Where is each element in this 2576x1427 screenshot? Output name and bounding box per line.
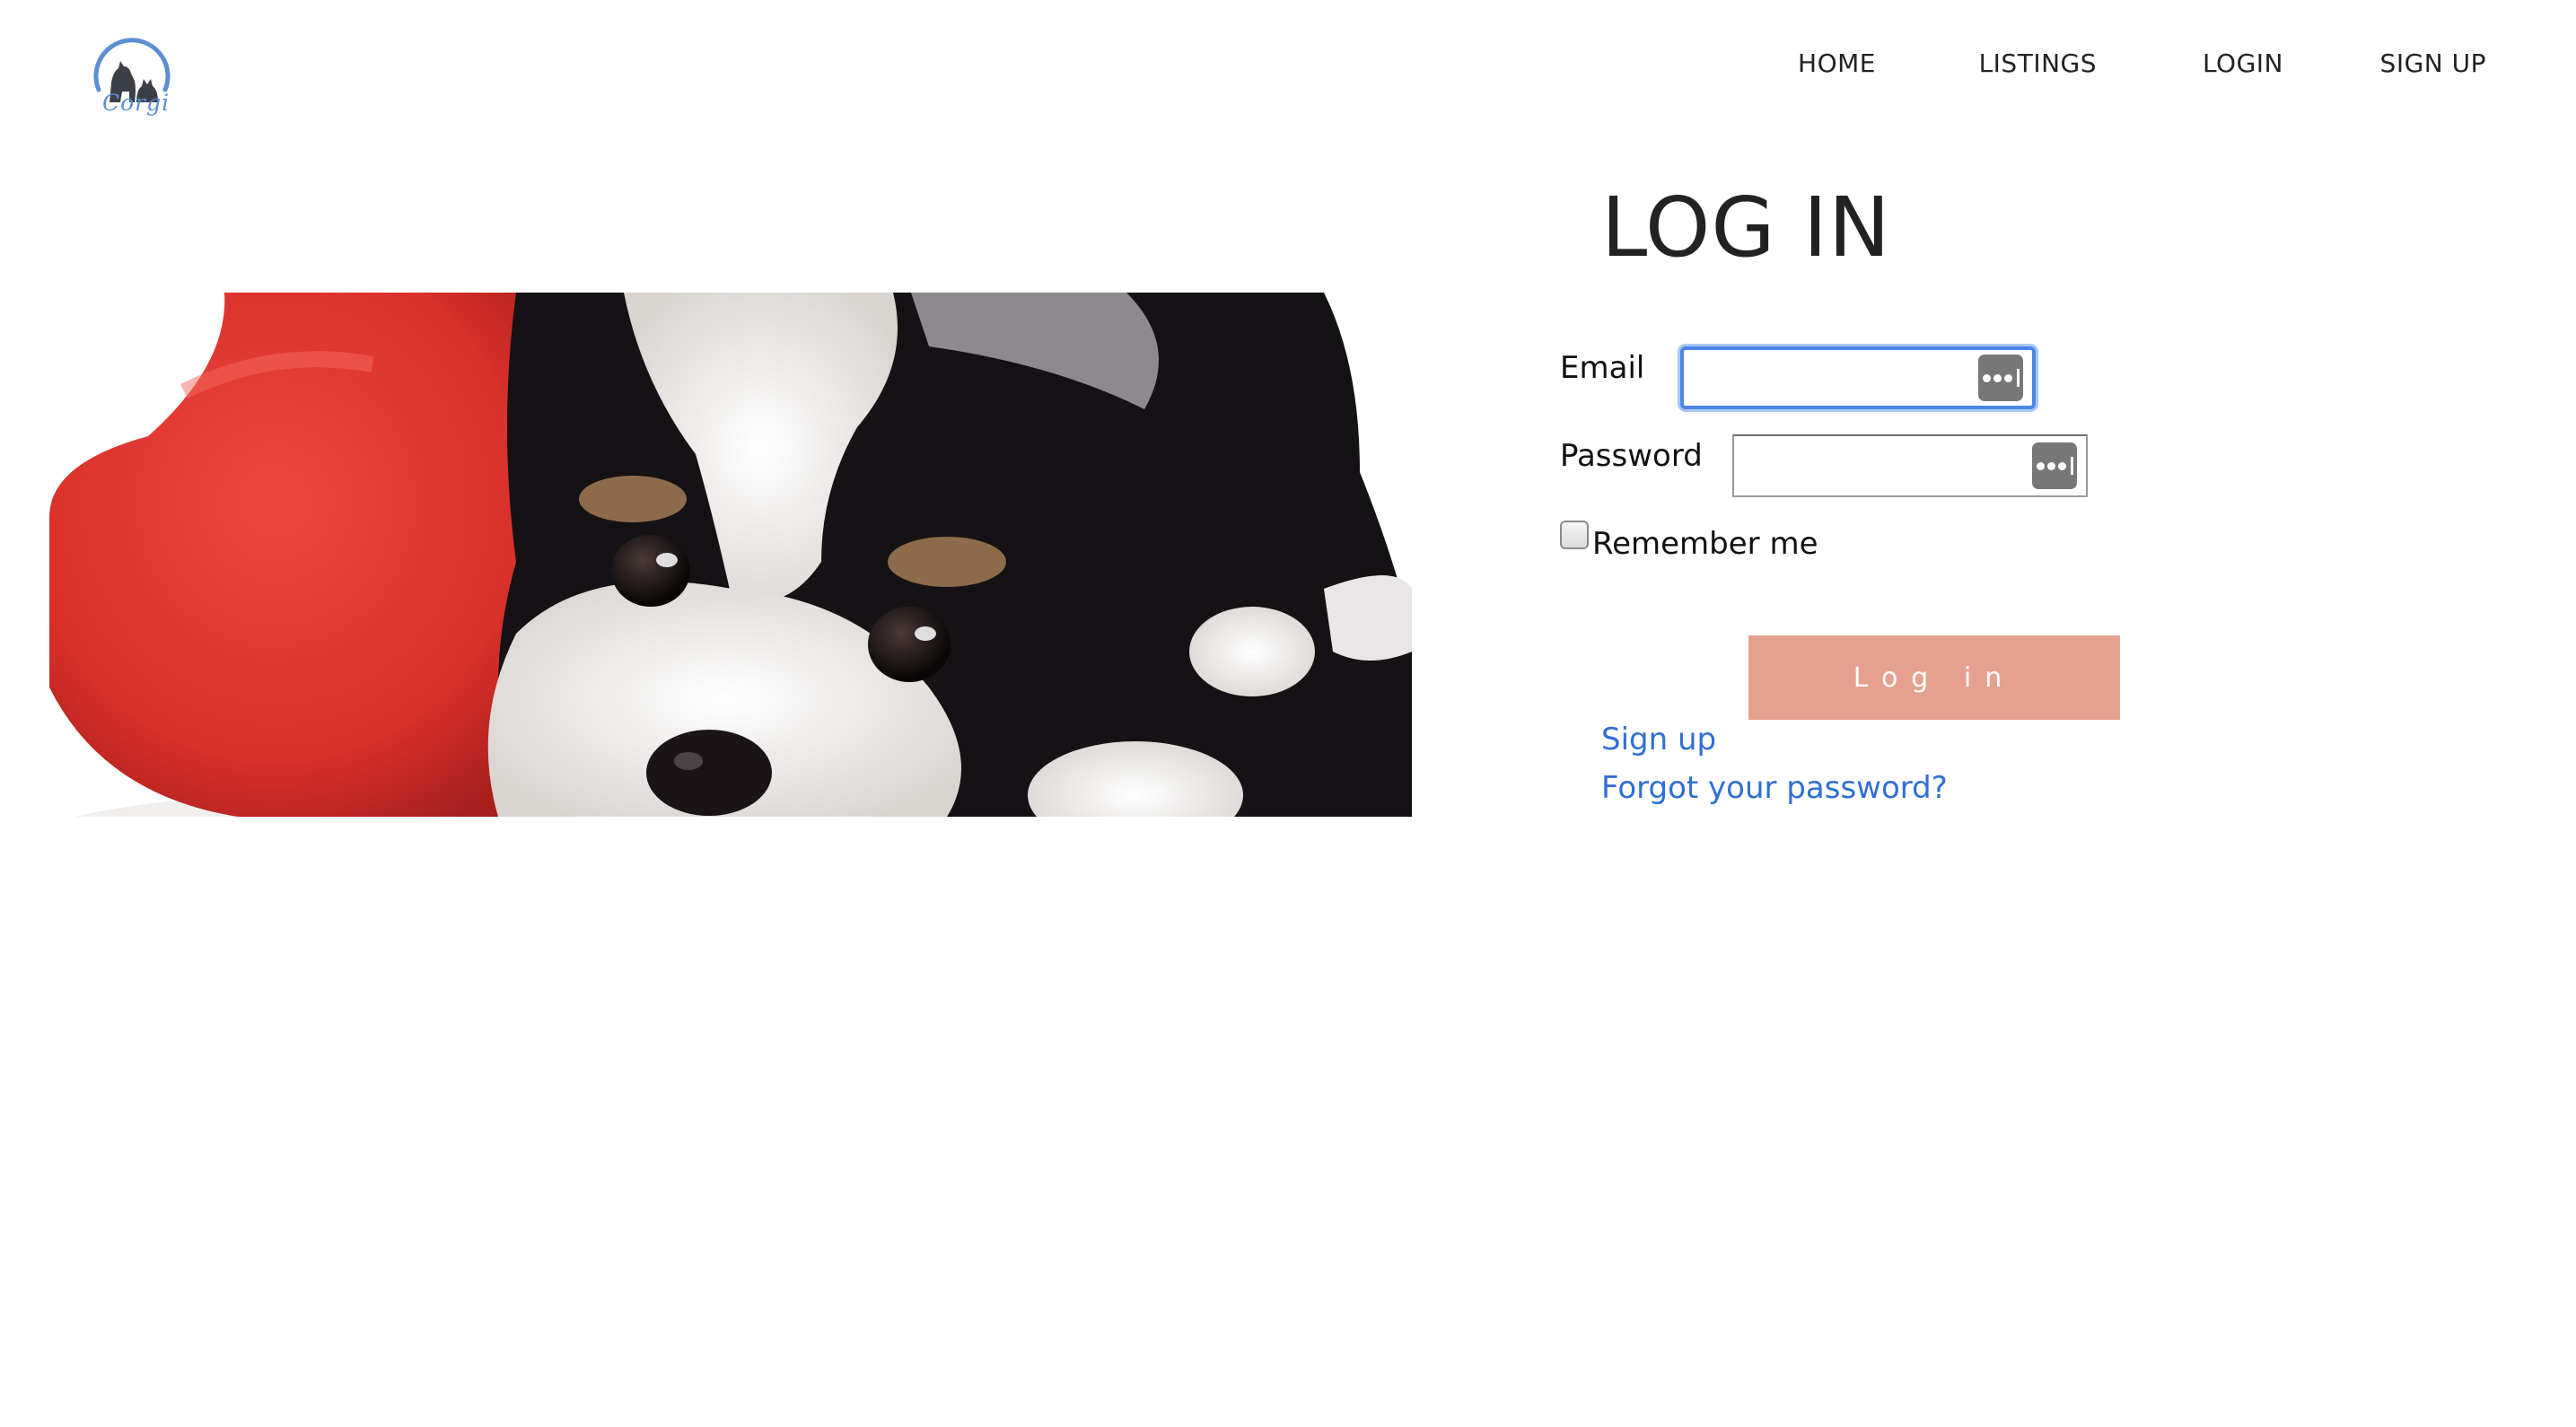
- password-manager-key-icon[interactable]: [1978, 355, 2023, 401]
- remember-me-label[interactable]: Remember me: [1592, 526, 1818, 562]
- sign-up-link[interactable]: Sign up: [1601, 722, 1716, 757]
- email-label: Email: [1560, 350, 1645, 386]
- login-page: Corgi HOME LISTINGS LOGIN SIGN UP LOG IN…: [0, 0, 2576, 1427]
- remember-me-row[interactable]: Remember me: [1560, 519, 1818, 562]
- password-manager-key-icon[interactable]: [2032, 442, 2077, 489]
- page-title: LOG IN: [1601, 179, 1891, 276]
- remember-me-checkbox[interactable]: [1560, 521, 1589, 549]
- password-field[interactable]: [1732, 434, 2088, 497]
- nav-listings[interactable]: LISTINGS: [1979, 48, 2097, 78]
- puppy-illustration: [49, 293, 1412, 817]
- hero-puppy-image: [49, 293, 1412, 817]
- password-label: Password: [1560, 438, 1703, 474]
- logo-wordmark: Corgi: [102, 90, 171, 116]
- nav-home[interactable]: HOME: [1798, 48, 1876, 78]
- log-in-button[interactable]: Log in: [1748, 635, 2120, 720]
- forgot-password-link[interactable]: Forgot your password?: [1601, 770, 1948, 806]
- corgi-logo[interactable]: Corgi: [90, 27, 174, 131]
- nav-login[interactable]: LOGIN: [2203, 48, 2283, 78]
- nav-signup[interactable]: SIGN UP: [2380, 48, 2486, 78]
- email-field[interactable]: [1680, 346, 2036, 409]
